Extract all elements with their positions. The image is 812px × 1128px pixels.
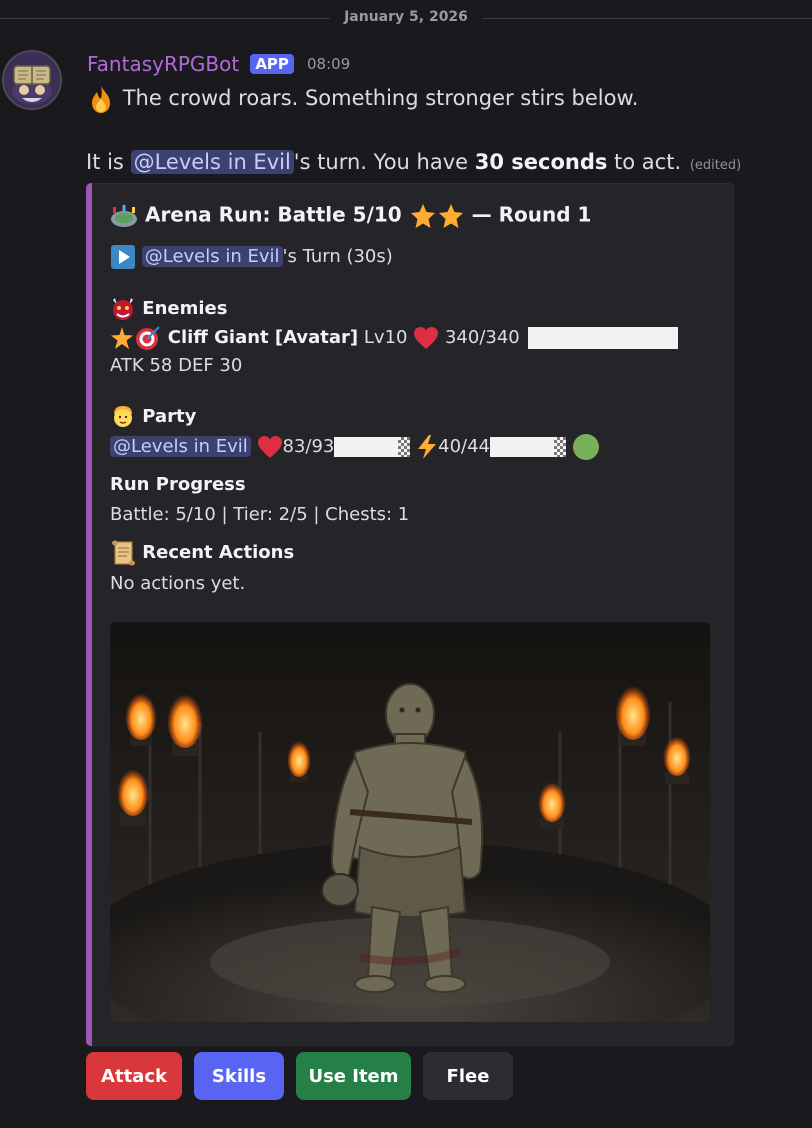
party-energy-bar-end [554, 437, 566, 457]
embed-title-round: — Round 1 [471, 202, 592, 227]
user-mention[interactable]: @Levels in Evil [130, 150, 294, 174]
ogre-icon [113, 298, 133, 320]
recent-actions-heading-text: Recent Actions [142, 542, 295, 563]
recent-actions-heading: Recent Actions [110, 539, 294, 567]
enemy-hp-bar [528, 327, 679, 349]
enemy-atk-label: ATK [110, 355, 144, 376]
flee-button[interactable]: Flee [423, 1052, 513, 1100]
party-heading: Party [110, 404, 196, 430]
party-hp-bar [334, 437, 399, 457]
enemy-stats: 58 DEF 30 [149, 355, 243, 376]
divider-line-right [482, 18, 812, 19]
party-hp: 83/93 [282, 436, 335, 457]
bot-avatar[interactable] [2, 50, 62, 110]
line2-mid: 's turn. You have [293, 150, 475, 174]
bot-username[interactable]: FantasyRPGBot [87, 52, 239, 76]
battle-embed: Arena Run: Battle 5/10 — Round 1 @Levels… [86, 183, 734, 1046]
stadium-icon [111, 205, 137, 227]
message-line-2: It is @Levels in Evil's turn. You have 3… [86, 150, 741, 174]
run-progress-text: Battle: 5/10 | Tier: 2/5 | Chests: 1 [110, 504, 410, 525]
enemy-row: Cliff Giant [Avatar] Lv10 340/340 ATK 58… [110, 324, 720, 379]
embed-accent-bar [86, 183, 92, 1046]
play-button-icon [111, 245, 135, 269]
embed-turn-line: @Levels in Evil's Turn (30s) [110, 244, 393, 270]
message-header: FantasyRPGBot APP 08:09 [87, 52, 350, 78]
enemies-heading-text: Enemies [142, 298, 228, 319]
use-item-button[interactable]: Use Item [296, 1052, 411, 1100]
person-icon [114, 406, 132, 427]
edited-label: (edited) [689, 158, 742, 173]
fire-icon [92, 86, 110, 113]
enemy-name: Cliff Giant [Avatar] [167, 327, 359, 348]
party-energy: 40/44 [438, 436, 490, 457]
embed-title-text: Arena Run: Battle 5/10 [144, 202, 402, 227]
heart-icon [414, 327, 439, 349]
party-energy-bar [490, 437, 554, 457]
party-mention[interactable]: @Levels in Evil [110, 436, 251, 457]
party-hp-bar-end [398, 437, 411, 457]
lightning-icon [418, 435, 437, 459]
wizard-avatar-icon [4, 52, 60, 108]
turn-suffix: 's Turn (30s) [282, 246, 393, 267]
recent-actions-text: No actions yet. [110, 573, 246, 594]
attack-button[interactable]: Attack [86, 1052, 182, 1100]
scroll-icon [112, 540, 135, 566]
line2-suffix: to act. [607, 150, 682, 174]
party-row: @Levels in Evil 83/93 40/44 [110, 433, 600, 461]
line2-bold: 30 seconds [474, 150, 608, 174]
target-icon [136, 326, 160, 350]
glowing-star-icon [111, 327, 133, 349]
date-divider-label: January 5, 2026 [344, 9, 468, 25]
message-line-1: The crowd roars. Something stronger stir… [86, 84, 638, 114]
run-progress-heading: Run Progress [110, 474, 246, 495]
date-divider: January 5, 2026 [0, 8, 812, 28]
divider-line-left [0, 18, 330, 19]
turn-mention[interactable]: @Levels in Evil [141, 246, 283, 267]
message-timestamp[interactable]: 08:09 [307, 55, 350, 73]
party-heading-text: Party [142, 406, 197, 427]
enemies-heading: Enemies [110, 296, 227, 322]
embed-title: Arena Run: Battle 5/10 — Round 1 [110, 202, 591, 230]
crowd-roars-text: The crowd roars. Something stronger stir… [122, 86, 639, 110]
battle-scene-image[interactable] [110, 622, 710, 1022]
skills-button[interactable]: Skills [194, 1052, 284, 1100]
enemy-level: Lv10 [363, 327, 408, 348]
green-circle-icon [572, 434, 599, 460]
line2-prefix: It is [86, 150, 131, 174]
two-stars-icon [410, 204, 463, 228]
heart-icon [257, 436, 282, 458]
cliff-giant-arena-illustration [110, 622, 710, 1022]
enemy-hp: 340/340 [444, 327, 520, 348]
app-badge: APP [250, 54, 294, 74]
